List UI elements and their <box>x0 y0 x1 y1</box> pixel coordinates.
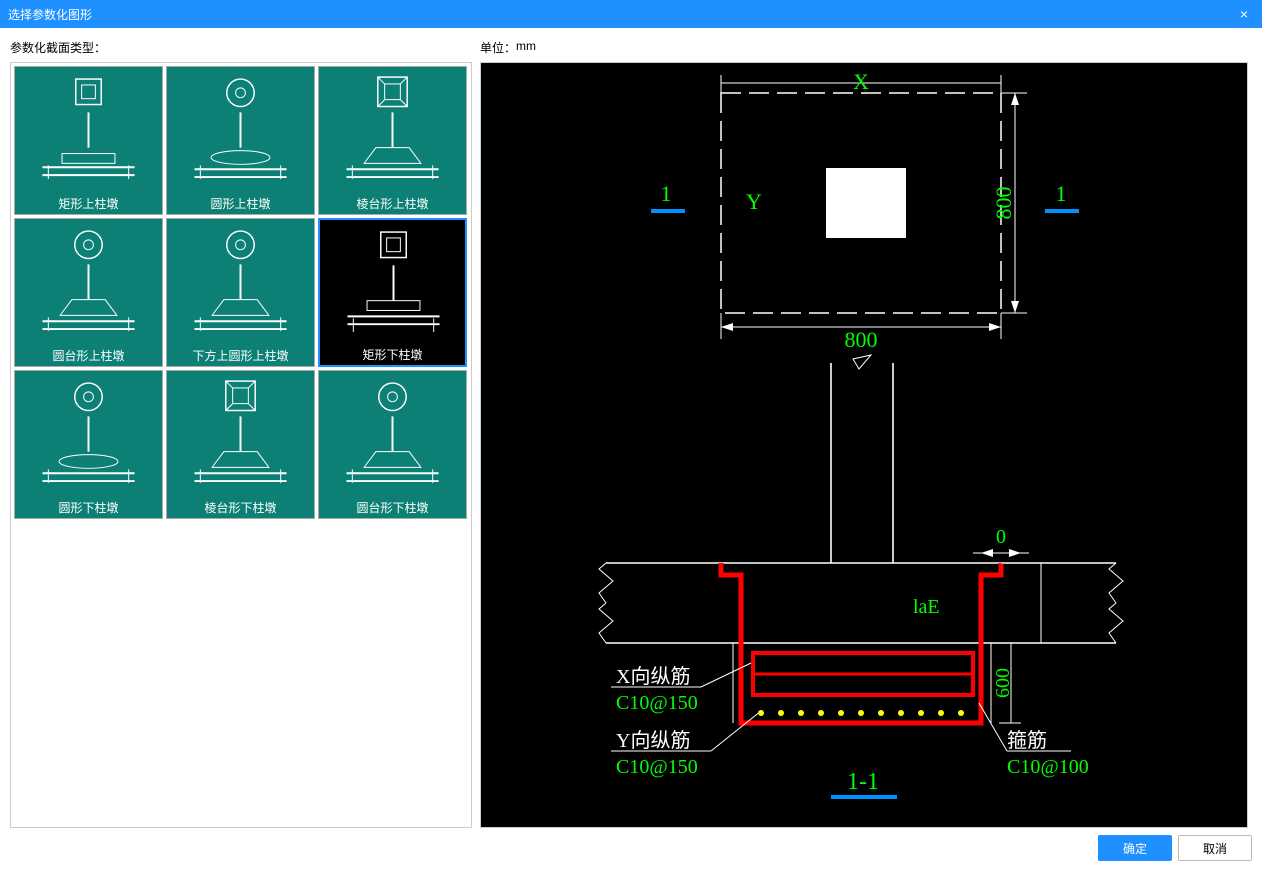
section-id: 1-1 <box>847 769 879 795</box>
depth-dim: 600 <box>992 668 1014 698</box>
template-thumb[interactable]: 圆台形上柱墩 <box>14 218 163 367</box>
thumb-label: 圆形上柱墩 <box>167 195 314 212</box>
unit-value: mm <box>516 39 536 56</box>
footer: 确定 取消 <box>0 828 1262 868</box>
labels-row: 参数化截面类型： 单位： mm <box>10 36 1252 58</box>
section-view: 0 laE 600 X向纵筋 <box>599 355 1123 797</box>
x-rebar-label: X向纵筋 <box>616 665 690 688</box>
window-title: 选择参数化图形 <box>8 6 1234 23</box>
template-thumb[interactable]: 矩形上柱墩 <box>14 66 163 215</box>
y-rebar-label: Y向纵筋 <box>616 729 690 752</box>
thumb-label: 棱台形上柱墩 <box>319 195 466 212</box>
template-thumb[interactable]: 矩形下柱墩 <box>318 218 467 367</box>
section-mark-right: 1 <box>1056 181 1067 206</box>
template-gallery: 矩形上柱墩圆形上柱墩 棱台形上柱墩圆台形上柱墩下方上圆形上柱墩矩形下柱墩圆形下柱… <box>10 62 472 828</box>
thumb-label: 下方上圆形上柱墩 <box>167 347 314 364</box>
template-thumb[interactable]: 圆形上柱墩 <box>166 66 315 215</box>
plan-y-label: Y <box>746 189 762 214</box>
unit-label: 单位： <box>480 39 516 56</box>
section-type-label: 参数化截面类型： <box>10 39 480 56</box>
y-rebar-value: C10@150 <box>616 756 698 778</box>
plan-width: 800 <box>845 327 878 352</box>
template-thumb[interactable]: 圆形下柱墩 <box>14 370 163 519</box>
close-icon[interactable]: × <box>1234 6 1254 22</box>
thumb-label: 棱台形下柱墩 <box>167 499 314 516</box>
dim-top: 0 <box>996 526 1006 548</box>
x-rebar-value: C10@150 <box>616 692 698 714</box>
template-thumb[interactable]: 圆台形下柱墩 <box>318 370 467 519</box>
preview-panel: X 800 Y 800 <box>480 62 1248 828</box>
template-thumb[interactable]: 下方上圆形上柱墩 <box>166 218 315 367</box>
titlebar: 选择参数化图形 × <box>0 0 1262 28</box>
thumb-label: 矩形上柱墩 <box>15 195 162 212</box>
cancel-button[interactable]: 取消 <box>1178 835 1252 861</box>
stirrup-label: 箍筋 <box>1007 729 1047 752</box>
thumb-label: 矩形下柱墩 <box>320 346 465 363</box>
template-thumb[interactable]: 棱台形下柱墩 <box>166 370 315 519</box>
plan-view: X 800 Y 800 <box>651 69 1079 352</box>
anchor-label: laE <box>913 596 940 618</box>
thumb-label: 圆形下柱墩 <box>15 499 162 516</box>
stirrup-value: C10@100 <box>1007 756 1089 778</box>
thumb-label: 圆台形下柱墩 <box>319 499 466 516</box>
plan-height: 800 <box>991 187 1016 220</box>
thumb-label: 圆台形上柱墩 <box>15 347 162 364</box>
template-thumb[interactable]: 棱台形上柱墩 <box>318 66 467 215</box>
plan-x-label: X <box>853 69 869 94</box>
section-mark-left: 1 <box>661 181 672 206</box>
ok-button[interactable]: 确定 <box>1098 835 1172 861</box>
